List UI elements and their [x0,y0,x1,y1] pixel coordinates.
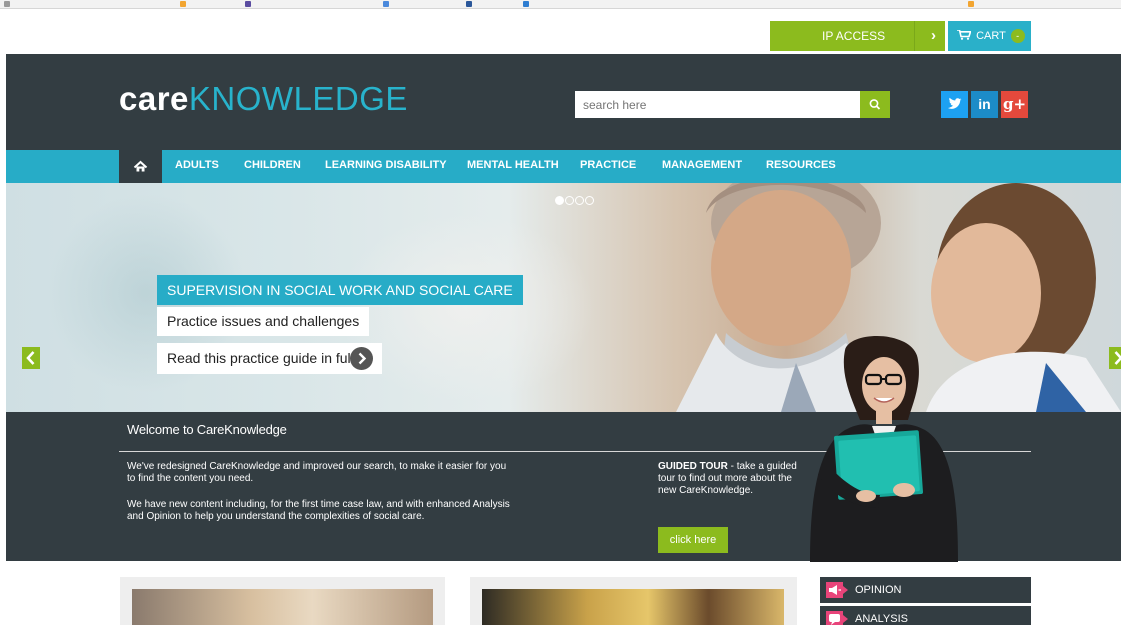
guided-tour-text: GUIDED TOUR - take a guided tour to find… [658,461,798,497]
nav-item-learning-disability[interactable]: LEARNING DISABILITY [325,150,447,183]
search-input[interactable] [575,91,860,118]
cart-icon [957,30,971,40]
cart-button[interactable]: CART - [948,21,1031,51]
megaphone-icon [826,582,843,598]
divider [914,21,915,51]
ip-access-button[interactable]: IP ACCESS › [770,21,945,51]
guided-tour-title: GUIDED TOUR [658,461,728,472]
read-guide-link[interactable]: Read this practice guide in full [157,343,382,374]
content-card[interactable] [120,577,445,625]
nav-item-resources[interactable]: RESOURCES [766,150,836,183]
guide-woman-image [810,336,958,562]
pointer-icon [843,615,848,623]
linkedin-button[interactable]: in [971,91,998,118]
slide-subtitle: Practice issues and challenges [157,307,370,336]
carousel-dot[interactable] [555,196,564,205]
carousel-dot[interactable] [575,196,584,205]
sidebar-item-label: ANALYSIS [855,613,908,625]
home-icon [133,160,148,172]
welcome-paragraph: We've redesigned CareKnowledge and impro… [127,461,507,484]
twitter-icon [948,97,962,109]
carousel-dot[interactable] [585,196,594,205]
linkedin-icon: in [978,96,991,112]
speech-bubble-icon [826,611,843,625]
carousel-next-button[interactable] [1109,347,1121,369]
nav-item-management[interactable]: MANAGEMENT [662,150,742,183]
carousel-dot[interactable] [565,196,574,205]
logo-knowledge: KNOWLEDGE [188,80,408,117]
content-card[interactable] [470,577,797,625]
search-icon [869,99,881,110]
cart-label: CART [976,30,1006,42]
click-here-button[interactable]: click here [658,527,728,553]
sidebar-item-opinion[interactable]: OPINION [820,577,1031,603]
nav-item-children[interactable]: CHILDREN [244,150,301,183]
chevron-right-icon [1114,351,1121,365]
card-image [132,589,433,625]
welcome-paragraph: We have new content including, for the f… [127,499,510,522]
card-image [482,589,784,625]
nav-item-practice[interactable]: PRACTICE [580,150,636,183]
sidebar-item-analysis[interactable]: ANALYSIS [820,606,1031,625]
read-guide-label: Read this practice guide in full [167,350,354,366]
sidebar-item-label: OPINION [855,584,902,596]
hero-background [336,213,596,403]
carousel-indicators [555,192,595,210]
welcome-heading: Welcome to CareKnowledge [127,422,287,437]
twitter-button[interactable] [941,91,968,118]
search-button[interactable] [860,91,890,118]
home-button[interactable] [119,150,162,183]
nav-item-adults[interactable]: ADULTS [175,150,219,183]
cart-count-badge: - [1010,29,1025,44]
google-plus-icon: g+ [1002,95,1027,113]
main-navigation: ADULTS CHILDREN LEARNING DISABILITY MENT… [6,150,1121,183]
site-header: careKNOWLEDGE in g+ [6,54,1121,150]
site-logo[interactable]: careKNOWLEDGE [119,80,408,118]
browser-bookmarks-bar [0,0,1121,9]
carousel-prev-button[interactable] [22,347,40,369]
chevron-left-icon [26,351,35,365]
utility-bar: IP ACCESS › CART - [0,9,1121,54]
nav-item-mental-health[interactable]: MENTAL HEALTH [467,150,559,183]
slide-title: SUPERVISION IN SOCIAL WORK AND SOCIAL CA… [157,275,523,305]
chevron-right-icon: › [931,27,936,44]
google-plus-button[interactable]: g+ [1001,91,1028,118]
logo-care: care [119,80,189,117]
arrow-circle-icon [350,347,373,370]
ip-access-label: IP ACCESS [822,29,886,43]
pointer-icon [843,586,848,594]
